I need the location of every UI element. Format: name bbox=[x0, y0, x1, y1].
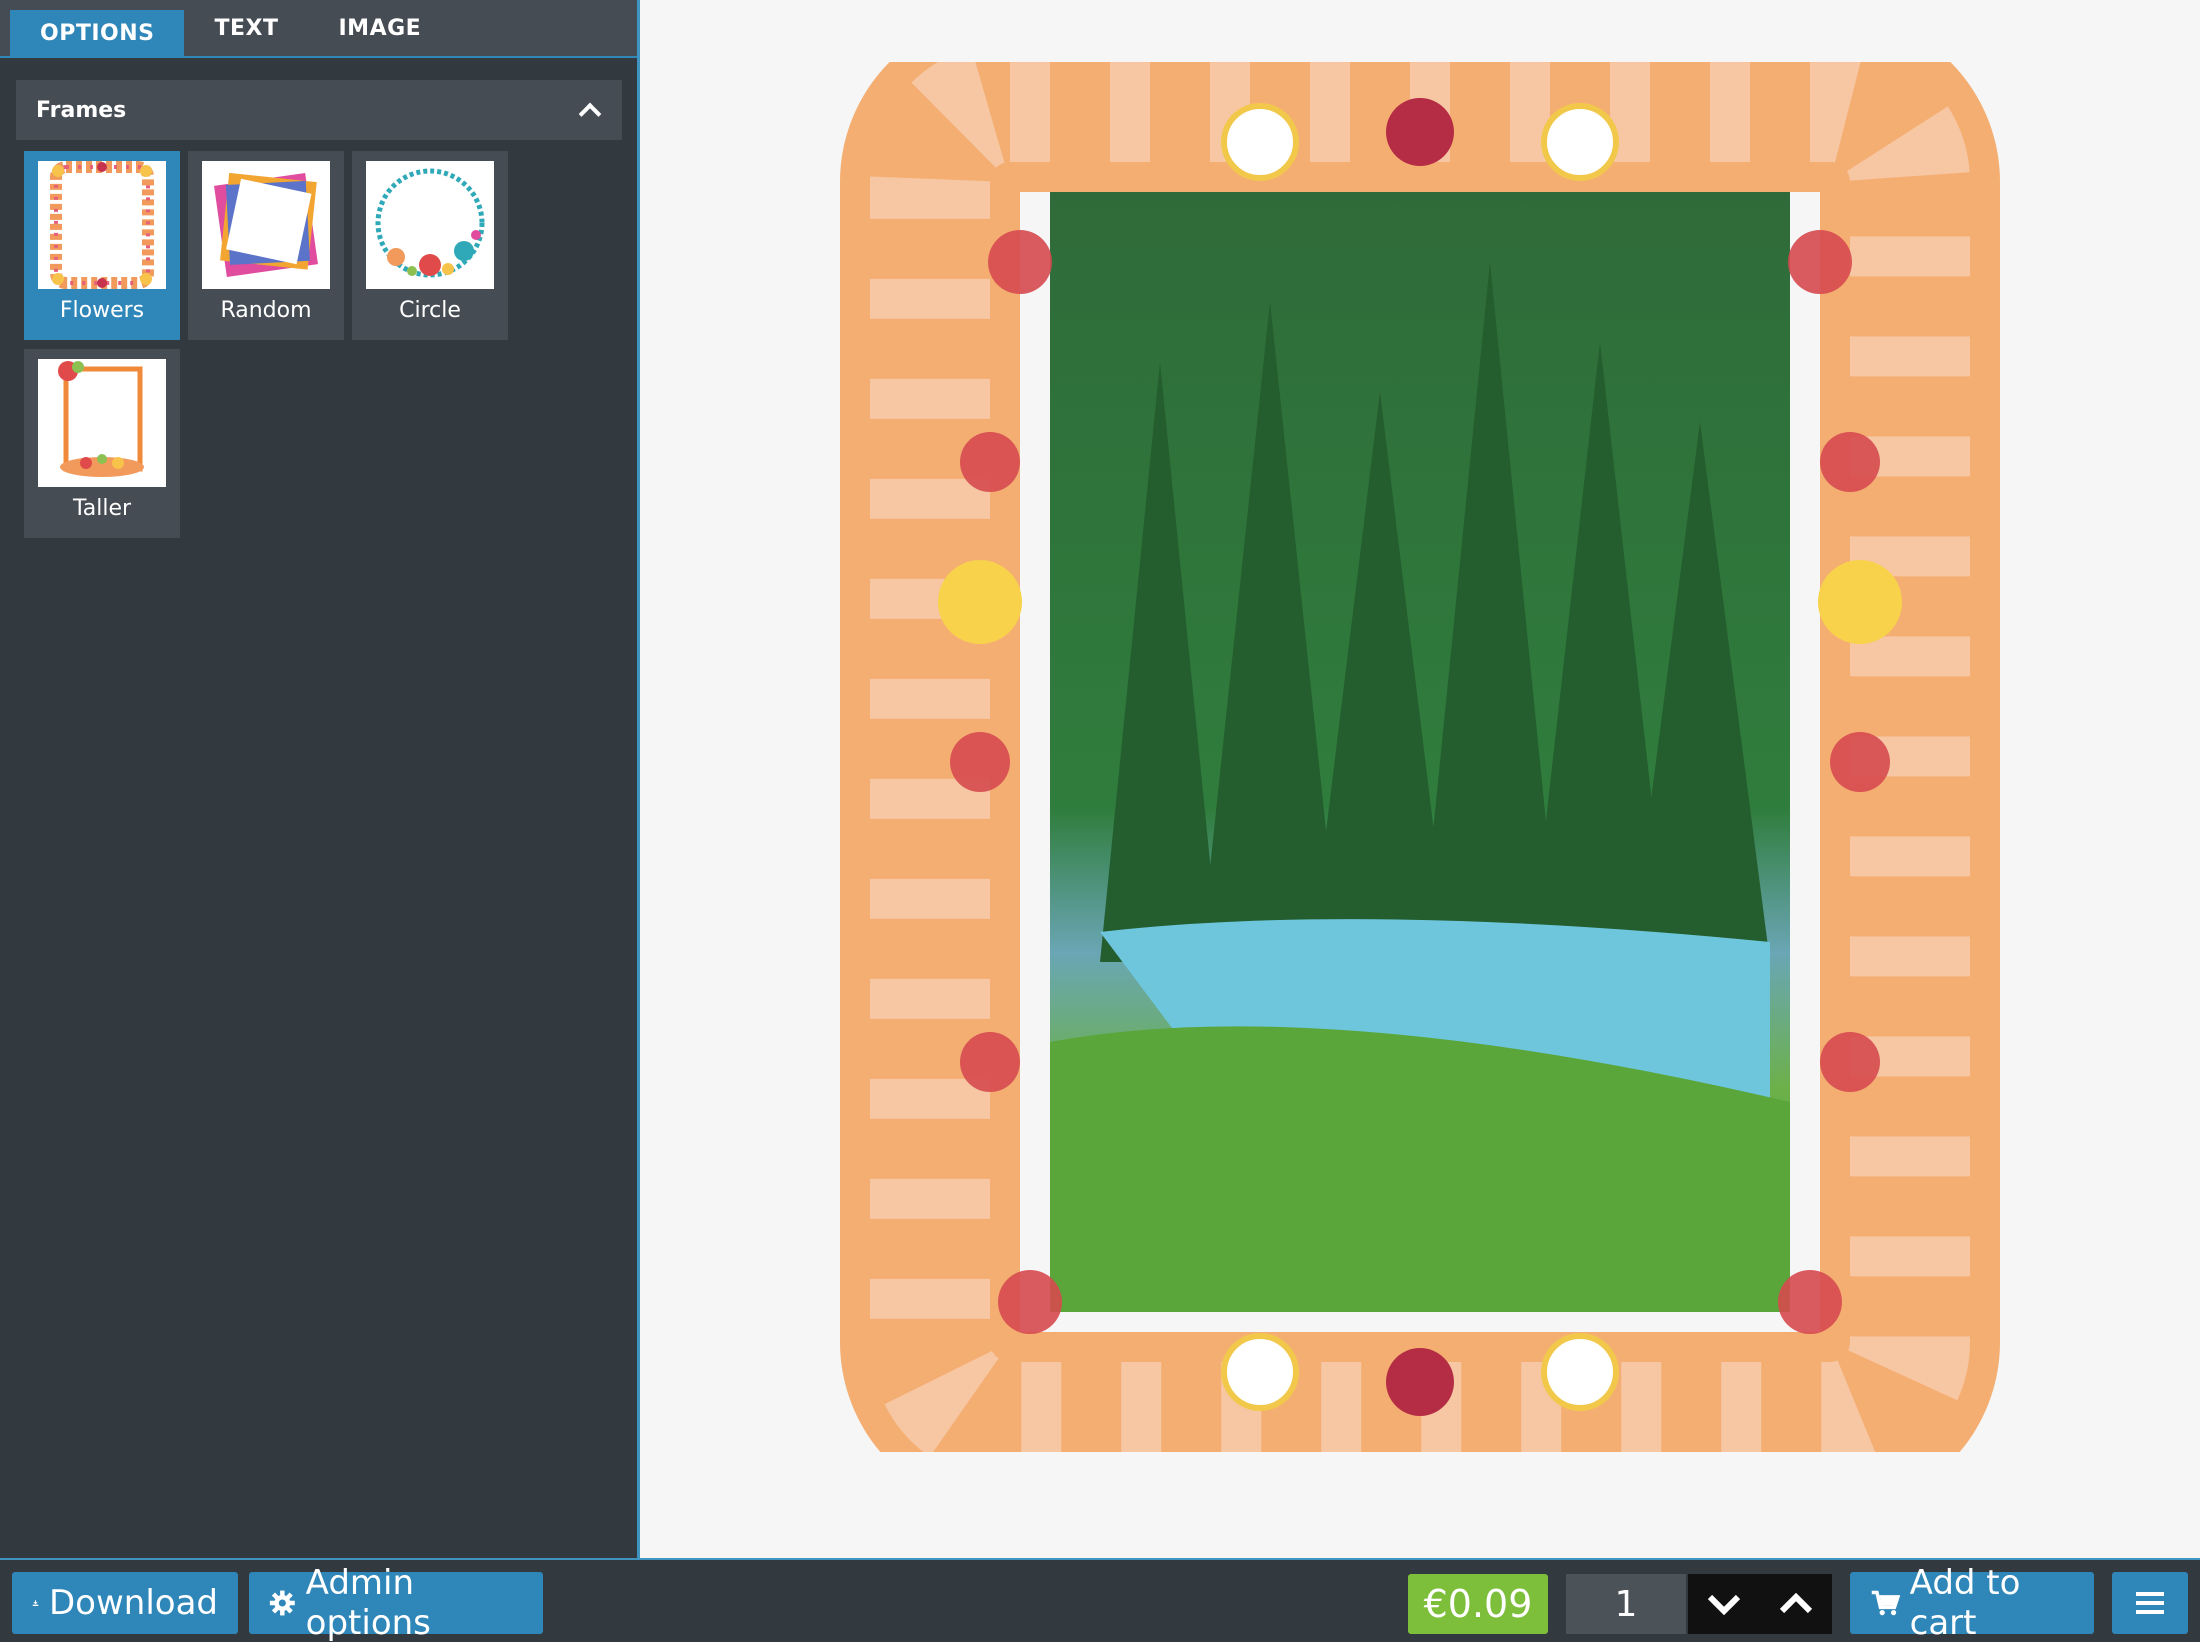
menu-button[interactable] bbox=[2112, 1572, 2188, 1634]
chevron-up-icon bbox=[1779, 1593, 1813, 1614]
panel-title: Frames bbox=[36, 97, 127, 123]
frames-panel-header[interactable]: Frames bbox=[16, 80, 622, 140]
taller-frame-thumbnail bbox=[38, 359, 166, 487]
cart-icon bbox=[1871, 1590, 1900, 1616]
frame-label: Circle bbox=[399, 298, 461, 323]
chevron-down-icon bbox=[1707, 1594, 1741, 1615]
quantity-increase-button[interactable] bbox=[1760, 1574, 1832, 1634]
frame-option-random[interactable]: Random bbox=[188, 151, 344, 340]
framed-photo[interactable] bbox=[840, 62, 2000, 1452]
frame-label: Flowers bbox=[59, 298, 145, 323]
tab-image[interactable]: IMAGE bbox=[309, 0, 452, 56]
flowers-frame-thumbnail bbox=[38, 161, 166, 289]
chevron-up-icon[interactable] bbox=[578, 102, 602, 126]
quantity-field[interactable]: 1 bbox=[1566, 1574, 1686, 1634]
frame-label: Random bbox=[220, 298, 312, 323]
add-to-cart-button[interactable]: Add to cart bbox=[1850, 1563, 2094, 1642]
tab-options[interactable]: OPTIONS bbox=[10, 10, 185, 56]
download-label: Download bbox=[48, 1583, 218, 1623]
frame-option-taller[interactable]: Taller bbox=[24, 349, 180, 538]
admin-options-label: Admin options bbox=[305, 1563, 431, 1642]
download-icon bbox=[32, 1600, 39, 1607]
frame-label: Taller bbox=[72, 496, 132, 521]
download-button[interactable]: Download bbox=[12, 1572, 238, 1634]
random-frame-thumbnail bbox=[202, 161, 330, 289]
sidebar: OPTIONS TEXT IMAGE Frames Flowers Random… bbox=[0, 0, 640, 1558]
price-badge: €0.09 bbox=[1408, 1574, 1548, 1634]
bottom-toolbar: Download Admin options €0.09 1 Add to ca… bbox=[0, 1558, 2200, 1642]
tab-bar: OPTIONS TEXT IMAGE bbox=[0, 0, 637, 58]
circle-frame-thumbnail bbox=[366, 161, 494, 289]
frame-option-circle[interactable]: Circle bbox=[352, 151, 508, 340]
quantity-decrease-button[interactable] bbox=[1688, 1574, 1760, 1634]
tab-text[interactable]: TEXT bbox=[184, 0, 308, 56]
gear-icon bbox=[269, 1590, 295, 1616]
design-canvas[interactable] bbox=[643, 0, 2200, 1558]
admin-options-button[interactable]: Admin options bbox=[249, 1563, 543, 1642]
frame-option-flowers[interactable]: Flowers bbox=[24, 151, 180, 340]
add-to-cart-label: Add to cart bbox=[1909, 1563, 2021, 1642]
hamburger-icon bbox=[2136, 1592, 2164, 1614]
